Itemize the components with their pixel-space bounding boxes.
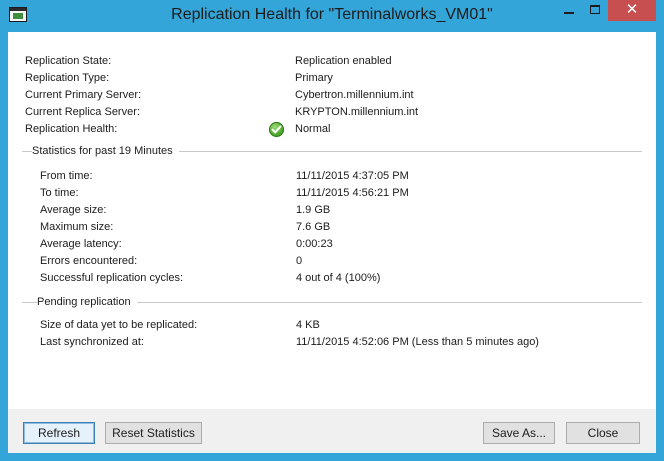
close-icon: ✕ xyxy=(625,1,639,18)
replication-type-value: Primary xyxy=(295,72,333,84)
minimize-icon xyxy=(564,12,574,14)
successful-cycles-value: 4 out of 4 (100%) xyxy=(296,272,381,284)
green-checkmark-icon xyxy=(269,122,284,137)
window-title: Replication Health for "Terminalworks_VM… xyxy=(171,6,493,23)
minimize-button[interactable] xyxy=(556,0,582,21)
maximum-size-value: 7.6 GB xyxy=(296,221,331,233)
average-size-label: Average size: xyxy=(40,204,107,216)
successful-cycles-label: Successful replication cycles: xyxy=(40,272,184,284)
dialog-body: Replication State: Replication enabled R… xyxy=(8,32,656,453)
average-size-value: 1.9 GB xyxy=(296,204,331,216)
current-primary-server-value: Cybertron.millennium.int xyxy=(295,89,414,101)
last-synchronized-label: Last synchronized at: xyxy=(40,336,144,348)
pending-group-title: Pending replication xyxy=(37,296,137,309)
from-time-value: 11/11/2015 4:37:05 PM xyxy=(296,170,409,182)
errors-encountered-label: Errors encountered: xyxy=(40,255,138,267)
from-time-label: From time: xyxy=(40,170,93,182)
title-bar[interactable]: Replication Health for "Terminalworks_VM… xyxy=(0,0,664,32)
current-replica-server-label: Current Replica Server: xyxy=(25,106,140,118)
hyper-v-manager-icon xyxy=(9,7,27,22)
maximize-icon xyxy=(590,5,600,14)
replication-health-value: Normal xyxy=(295,123,331,135)
reset-statistics-button[interactable]: Reset Statistics xyxy=(105,422,202,444)
last-synchronized-value: 11/11/2015 4:52:06 PM (Less than 5 minut… xyxy=(296,336,539,348)
size-yet-to-replicate-value: 4 KB xyxy=(296,319,320,331)
maximize-button[interactable] xyxy=(582,0,608,21)
replication-state-label: Replication State: xyxy=(25,55,112,67)
average-latency-value: 0:00:23 xyxy=(296,238,333,250)
maximum-size-label: Maximum size: xyxy=(40,221,114,233)
errors-encountered-value: 0 xyxy=(296,255,303,267)
replication-state-value: Replication enabled xyxy=(295,55,392,67)
current-replica-server-value: KRYPTON.millennium.int xyxy=(295,106,419,118)
to-time-value: 11/11/2015 4:56:21 PM xyxy=(296,187,409,199)
replication-health-window: Replication Health for "Terminalworks_VM… xyxy=(0,0,664,461)
close-button[interactable]: Close xyxy=(566,422,640,444)
average-latency-label: Average latency: xyxy=(40,238,122,250)
to-time-label: To time: xyxy=(40,187,79,199)
replication-health-label: Replication Health: xyxy=(25,123,118,135)
replication-type-label: Replication Type: xyxy=(25,72,110,84)
save-as-button[interactable]: Save As... xyxy=(483,422,555,444)
current-primary-server-label: Current Primary Server: xyxy=(25,89,142,101)
close-window-button[interactable]: ✕ xyxy=(608,0,656,21)
size-yet-to-replicate-label: Size of data yet to be replicated: xyxy=(40,319,198,331)
refresh-button[interactable]: Refresh xyxy=(23,422,95,444)
statistics-group-title: Statistics for past 19 Minutes xyxy=(32,145,179,158)
